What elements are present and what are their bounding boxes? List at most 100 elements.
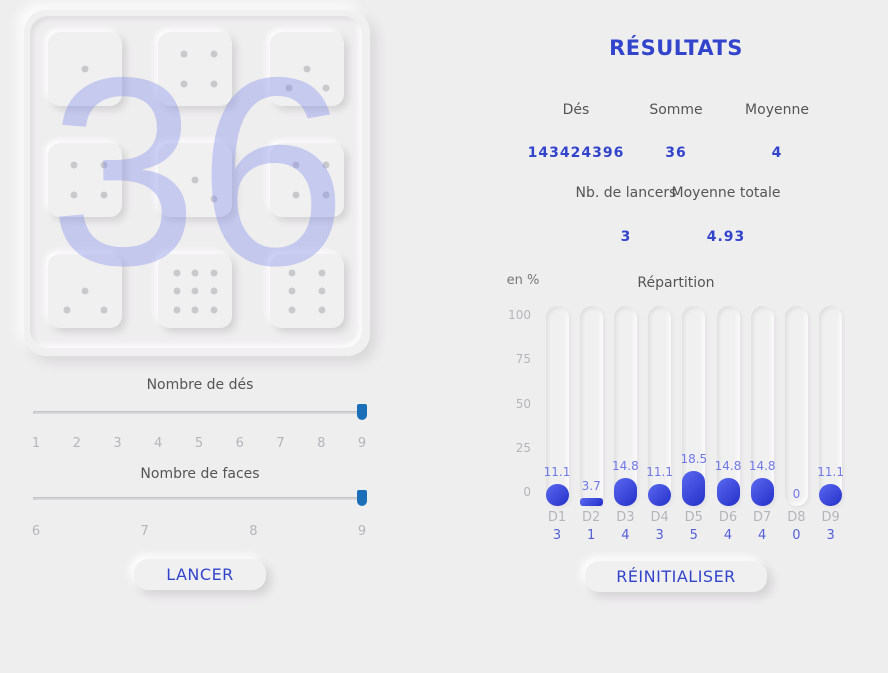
mean-label: Moyenne	[745, 102, 809, 118]
slider-tick-label: 8	[317, 436, 326, 451]
slider-tick-label: 4	[154, 436, 163, 451]
slider-tick-label: 8	[249, 524, 258, 539]
chart-category-label: D9	[821, 510, 840, 525]
chart-bar-value-label: 11.1	[646, 465, 673, 479]
die-pip	[285, 84, 292, 91]
dice-values: 143424396	[527, 145, 625, 161]
total-mean-value: 4.93	[706, 229, 746, 245]
chart-bar-track	[682, 306, 706, 506]
chart-bar	[545, 484, 569, 506]
die-pip	[100, 306, 107, 313]
die-pip	[210, 80, 217, 88]
results-title: RÉSULTATS	[609, 36, 743, 60]
die	[158, 32, 232, 106]
chart-category-label: D6	[718, 510, 738, 525]
die-pip	[70, 161, 78, 169]
die	[270, 254, 344, 328]
reset-button[interactable]: RÉINITIALISER	[585, 561, 767, 592]
chart-bar	[579, 498, 603, 506]
die-pip	[210, 306, 217, 313]
chart-bar	[750, 477, 774, 506]
die-pip	[288, 287, 296, 295]
sum-value: 36	[665, 145, 687, 161]
die-pip	[210, 195, 217, 202]
sum-label: Somme	[649, 102, 703, 118]
dice-count-slider-track[interactable]	[33, 411, 363, 414]
roll-button[interactable]: LANCER	[134, 559, 266, 590]
die-pip	[70, 191, 78, 199]
chart-count-label: 3	[655, 528, 664, 543]
chart-count-label: 4	[723, 528, 733, 543]
rolls-label: Nb. de lancers	[575, 185, 677, 201]
die-pip	[173, 287, 180, 295]
chart-bar	[613, 477, 637, 506]
die-pip	[303, 65, 311, 73]
die-pip	[173, 269, 180, 276]
chart-bar-track	[613, 306, 637, 506]
chart-bar-value-label: 18.5	[680, 452, 708, 467]
die-pip	[322, 161, 329, 169]
slider-tick-label: 5	[194, 436, 204, 451]
faces-count-title: Nombre de faces	[140, 466, 260, 482]
chart-count-label: 4	[621, 528, 630, 543]
y-tick-label: 25	[515, 440, 531, 455]
y-tick-label: 50	[515, 396, 531, 411]
total-mean-label: Moyenne totale	[671, 185, 781, 201]
faces-count-slider-thumb[interactable]	[357, 490, 367, 506]
die-pip	[322, 191, 329, 199]
chart-bar	[648, 484, 672, 506]
slider-tick-label: 9	[357, 436, 367, 451]
die-pip	[100, 191, 107, 199]
chart-y-unit-label: en %	[506, 273, 540, 288]
die-pip	[191, 306, 199, 313]
die-pip	[191, 269, 199, 276]
chart-count-label: 5	[689, 528, 698, 543]
die-pip	[173, 306, 180, 313]
die-pip	[180, 80, 188, 88]
die-pip	[180, 50, 188, 58]
die-pip	[318, 287, 326, 295]
chart-bar-value-label: 14.8	[714, 458, 742, 473]
die	[158, 143, 232, 217]
chart-category-label: D5	[684, 510, 703, 525]
slider-tick-label: 7	[140, 524, 149, 539]
die	[48, 143, 122, 217]
die-pip	[292, 191, 300, 199]
dice-count-title: Nombre de dés	[146, 377, 254, 393]
chart-count-label: 4	[758, 528, 767, 543]
y-tick-label: 75	[515, 352, 531, 367]
chart-count-label: 3	[826, 528, 835, 543]
slider-tick-label: 7	[276, 436, 285, 451]
chart-bar-value-label: 14.8	[612, 458, 639, 473]
slider-tick-label: 2	[72, 436, 81, 451]
die-pip	[81, 65, 89, 73]
y-tick-label: 100	[508, 308, 531, 322]
chart-bar-value-label: 0	[792, 487, 801, 501]
die-pip	[191, 176, 199, 184]
chart-bar-value-label: 3.7	[581, 479, 601, 493]
die-pip	[210, 287, 217, 295]
dice-label: Dés	[562, 102, 590, 118]
faces-count-slider-track[interactable]	[33, 497, 363, 500]
chart-bar	[682, 471, 706, 506]
die	[270, 143, 344, 217]
die	[158, 254, 232, 328]
rolls-value: 3	[620, 229, 632, 245]
slider-tick-label: 9	[357, 524, 367, 539]
die-pip	[292, 161, 300, 169]
die-pip	[318, 269, 326, 276]
y-tick-label: 0	[523, 485, 531, 499]
chart-category-label: D7	[753, 510, 772, 525]
chart-bar-track	[750, 306, 774, 506]
die-pip	[288, 269, 296, 276]
chart-bar-track	[579, 306, 603, 506]
chart-title: Répartition	[637, 275, 715, 291]
die-pip	[63, 306, 70, 313]
die-pip	[100, 161, 107, 169]
chart-count-label: 3	[552, 528, 562, 543]
die-pip	[81, 287, 89, 295]
dice-count-slider-thumb[interactable]	[357, 404, 367, 420]
chart-bar	[716, 477, 740, 506]
slider-tick-label: 3	[113, 436, 122, 451]
chart-category-label: D2	[582, 510, 601, 525]
